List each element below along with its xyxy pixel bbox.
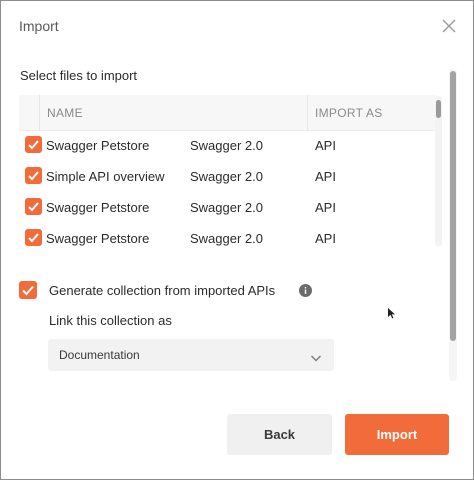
info-icon[interactable] xyxy=(299,284,312,297)
table-row[interactable]: Swagger Petstore Swagger 2.0 API xyxy=(19,192,437,223)
table-header: NAME IMPORT AS xyxy=(19,95,437,131)
file-name: Simple API overview xyxy=(46,169,165,184)
generate-collection-label: Generate collection from imported APIs xyxy=(49,283,276,298)
select-files-label: Select files to import xyxy=(20,68,138,83)
generate-collection-checkbox[interactable] xyxy=(19,281,37,299)
row-checkbox[interactable] xyxy=(25,229,42,246)
header-divider xyxy=(307,95,308,131)
chevron-down-icon xyxy=(310,350,322,362)
file-format: Swagger 2.0 xyxy=(190,231,263,246)
header-divider xyxy=(39,95,40,131)
table-scrollbar-thumb[interactable] xyxy=(436,100,441,118)
file-name: Swagger Petstore xyxy=(46,231,150,246)
column-header-import-as: IMPORT AS xyxy=(315,106,383,120)
select-value: Documentation xyxy=(59,348,140,362)
mouse-cursor-icon xyxy=(388,306,396,319)
file-format: Swagger 2.0 xyxy=(190,138,263,153)
file-format: Swagger 2.0 xyxy=(190,200,263,215)
column-header-name: NAME xyxy=(47,106,83,120)
table-row[interactable]: Swagger Petstore Swagger 2.0 API xyxy=(19,130,437,161)
row-checkbox[interactable] xyxy=(25,198,42,215)
table-row[interactable]: Swagger Petstore Swagger 2.0 API xyxy=(19,223,437,247)
file-import-as: API xyxy=(315,138,336,153)
file-import-as: API xyxy=(315,200,336,215)
file-name: Swagger Petstore xyxy=(46,200,150,215)
link-collection-select[interactable]: Documentation xyxy=(48,339,334,371)
file-import-as: API xyxy=(315,169,336,184)
dialog-title: Import xyxy=(19,18,59,34)
row-checkbox[interactable] xyxy=(25,136,42,153)
file-import-as: API xyxy=(315,231,336,246)
file-format: Swagger 2.0 xyxy=(190,169,263,184)
file-name: Swagger Petstore xyxy=(46,138,150,153)
back-button[interactable]: Back xyxy=(227,414,332,455)
link-collection-label: Link this collection as xyxy=(49,313,172,328)
row-checkbox[interactable] xyxy=(25,167,42,184)
files-table: NAME IMPORT AS Swagger Petstore Swagger … xyxy=(19,95,445,247)
import-dialog: Import Select files to import NAME IMPOR… xyxy=(0,0,474,480)
table-scrollbar[interactable] xyxy=(435,96,442,246)
close-icon[interactable] xyxy=(439,16,459,36)
dialog-scrollbar-thumb[interactable] xyxy=(450,71,456,341)
import-button[interactable]: Import xyxy=(345,414,449,455)
table-row[interactable]: Simple API overview Swagger 2.0 API xyxy=(19,161,437,192)
